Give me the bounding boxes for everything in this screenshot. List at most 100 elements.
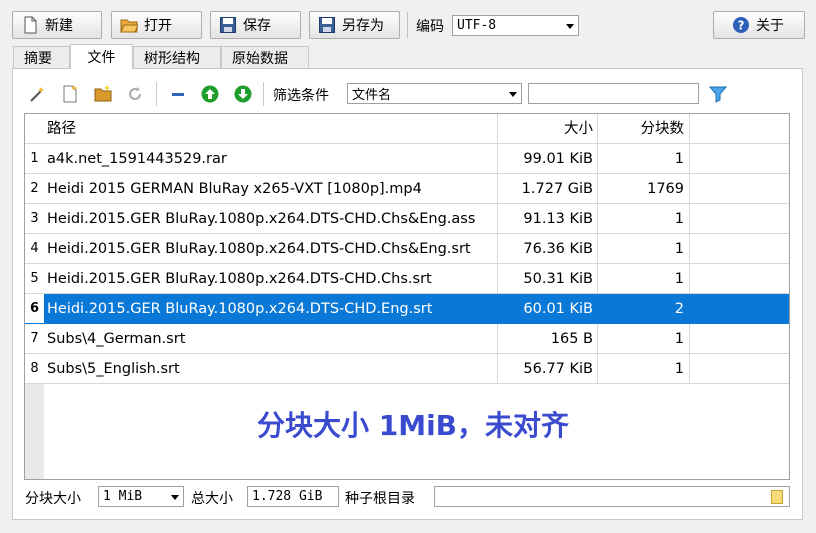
- tab-label: 树形结构: [144, 50, 200, 67]
- save-button[interactable]: 保存: [210, 11, 301, 39]
- table-row[interactable]: 4 Heidi.2015.GER BluRay.1080p.x264.DTS-C…: [25, 234, 789, 264]
- new-button-label: 新建: [45, 18, 73, 34]
- refresh-icon[interactable]: [125, 84, 145, 104]
- tab-label: 原始数据: [232, 50, 288, 67]
- filter-text-input[interactable]: [528, 83, 699, 104]
- remove-icon[interactable]: [168, 84, 188, 104]
- chevron-down-icon: [509, 91, 517, 97]
- row-number: 1: [25, 144, 44, 174]
- table-row[interactable]: 3 Heidi.2015.GER BluRay.1080p.x264.DTS-C…: [25, 204, 789, 234]
- filter-field-select[interactable]: 文件名: [347, 83, 522, 104]
- row-number: 2: [25, 174, 44, 204]
- svg-text:?: ?: [738, 19, 745, 33]
- cell-path[interactable]: Heidi.2015.GER BluRay.1080p.x264.DTS-CHD…: [44, 294, 498, 324]
- filter-funnel-icon[interactable]: [708, 84, 728, 104]
- row-number: 3: [25, 204, 44, 234]
- tab-label: 文件: [87, 50, 116, 66]
- row-number: 5: [25, 264, 44, 294]
- table-row[interactable]: 1 a4k.net_1591443529.rar 99.01 KiB 1: [25, 144, 789, 174]
- row-number-header: [25, 114, 44, 144]
- cell-blocks[interactable]: 2: [598, 294, 690, 324]
- filter-label: 筛选条件: [273, 88, 329, 104]
- save-as-button[interactable]: 另存为: [309, 11, 400, 39]
- save-as-disk-icon: [318, 16, 336, 34]
- cell-size[interactable]: 60.01 KiB: [498, 294, 598, 324]
- toolbar-divider: [407, 12, 408, 38]
- cell-blocks[interactable]: 1: [598, 144, 690, 174]
- table-row[interactable]: 7 Subs\4_German.srt 165 B 1: [25, 324, 789, 354]
- row-number: 8: [25, 354, 44, 384]
- header-size[interactable]: 大小: [498, 114, 598, 144]
- folder-open-icon: [120, 16, 139, 34]
- cell-path[interactable]: a4k.net_1591443529.rar: [44, 144, 498, 174]
- save-button-label: 保存: [243, 18, 271, 34]
- cell-blocks[interactable]: 1: [598, 324, 690, 354]
- cell-size[interactable]: 56.77 KiB: [498, 354, 598, 384]
- cell-size[interactable]: 1.727 GiB: [498, 174, 598, 204]
- open-button[interactable]: 打开: [111, 11, 202, 39]
- cell-filler: [690, 324, 789, 354]
- annotation-caption: 分块大小 1MiB，未对齐: [256, 409, 570, 442]
- table-row-selected[interactable]: 6 Heidi.2015.GER BluRay.1080p.x264.DTS-C…: [25, 294, 789, 324]
- total-size-field: 1.728 GiB: [247, 486, 339, 507]
- help-icon: ?: [732, 16, 750, 34]
- cell-blocks[interactable]: 1: [598, 354, 690, 384]
- tab-tree[interactable]: 树形结构: [133, 46, 221, 68]
- cell-filler: [690, 294, 789, 324]
- encoding-label: 编码: [416, 19, 444, 35]
- row-number: 4: [25, 234, 44, 264]
- tab-summary[interactable]: 摘要: [13, 46, 70, 68]
- block-size-value: 1 MiB: [103, 489, 143, 504]
- header-filler: [690, 114, 789, 144]
- total-size-label: 总大小: [191, 491, 233, 507]
- add-file-icon[interactable]: [60, 84, 80, 104]
- cell-size[interactable]: 99.01 KiB: [498, 144, 598, 174]
- about-button[interactable]: ? 关于: [713, 11, 805, 39]
- block-size-label: 分块大小: [25, 491, 81, 507]
- encoding-select[interactable]: UTF-8: [452, 15, 579, 36]
- row-number: 7: [25, 324, 44, 354]
- cell-blocks[interactable]: 1769: [598, 174, 690, 204]
- block-size-select[interactable]: 1 MiB: [98, 486, 184, 507]
- move-up-icon[interactable]: [200, 84, 220, 104]
- cell-size[interactable]: 165 B: [498, 324, 598, 354]
- header-blocks[interactable]: 分块数: [598, 114, 690, 144]
- magic-wand-icon[interactable]: [28, 84, 48, 104]
- filter-field-value: 文件名: [352, 88, 392, 103]
- cell-blocks[interactable]: 1: [598, 264, 690, 294]
- folder-icon[interactable]: [771, 490, 783, 504]
- cell-path[interactable]: Subs\4_German.srt: [44, 324, 498, 354]
- cell-filler: [690, 354, 789, 384]
- cell-path[interactable]: Heidi.2015.GER BluRay.1080p.x264.DTS-CHD…: [44, 204, 498, 234]
- table-row[interactable]: 8 Subs\5_English.srt 56.77 KiB 1: [25, 354, 789, 384]
- add-folder-icon[interactable]: [93, 84, 113, 104]
- table-row[interactable]: 2 Heidi 2015 GERMAN BluRay x265-VXT [108…: [25, 174, 789, 204]
- torrent-root-input[interactable]: [434, 486, 790, 507]
- total-size-value: 1.728 GiB: [252, 489, 323, 504]
- cell-blocks[interactable]: 1: [598, 234, 690, 264]
- cell-path[interactable]: Heidi.2015.GER BluRay.1080p.x264.DTS-CHD…: [44, 234, 498, 264]
- tab-files[interactable]: 文件: [70, 44, 133, 69]
- move-down-icon[interactable]: [233, 84, 253, 104]
- cell-filler: [690, 264, 789, 294]
- save-disk-icon: [219, 16, 237, 34]
- cell-size[interactable]: 91.13 KiB: [498, 204, 598, 234]
- toolbar-divider: [263, 82, 264, 106]
- cell-size[interactable]: 76.36 KiB: [498, 234, 598, 264]
- header-path[interactable]: 路径: [44, 114, 498, 144]
- cell-filler: [690, 234, 789, 264]
- cell-blocks[interactable]: 1: [598, 204, 690, 234]
- new-button[interactable]: 新建: [12, 11, 102, 39]
- tab-label: 摘要: [24, 50, 52, 67]
- chevron-down-icon: [171, 494, 179, 500]
- new-file-icon: [21, 16, 39, 34]
- tab-raw-data[interactable]: 原始数据: [221, 46, 309, 68]
- cell-path[interactable]: Heidi.2015.GER BluRay.1080p.x264.DTS-CHD…: [44, 264, 498, 294]
- row-number: 6: [25, 294, 44, 324]
- cell-path[interactable]: Subs\5_English.srt: [44, 354, 498, 384]
- cell-size[interactable]: 50.31 KiB: [498, 264, 598, 294]
- open-button-label: 打开: [144, 18, 172, 34]
- cell-path[interactable]: Heidi 2015 GERMAN BluRay x265-VXT [1080p…: [44, 174, 498, 204]
- chevron-down-icon: [566, 23, 574, 29]
- table-row[interactable]: 5 Heidi.2015.GER BluRay.1080p.x264.DTS-C…: [25, 264, 789, 294]
